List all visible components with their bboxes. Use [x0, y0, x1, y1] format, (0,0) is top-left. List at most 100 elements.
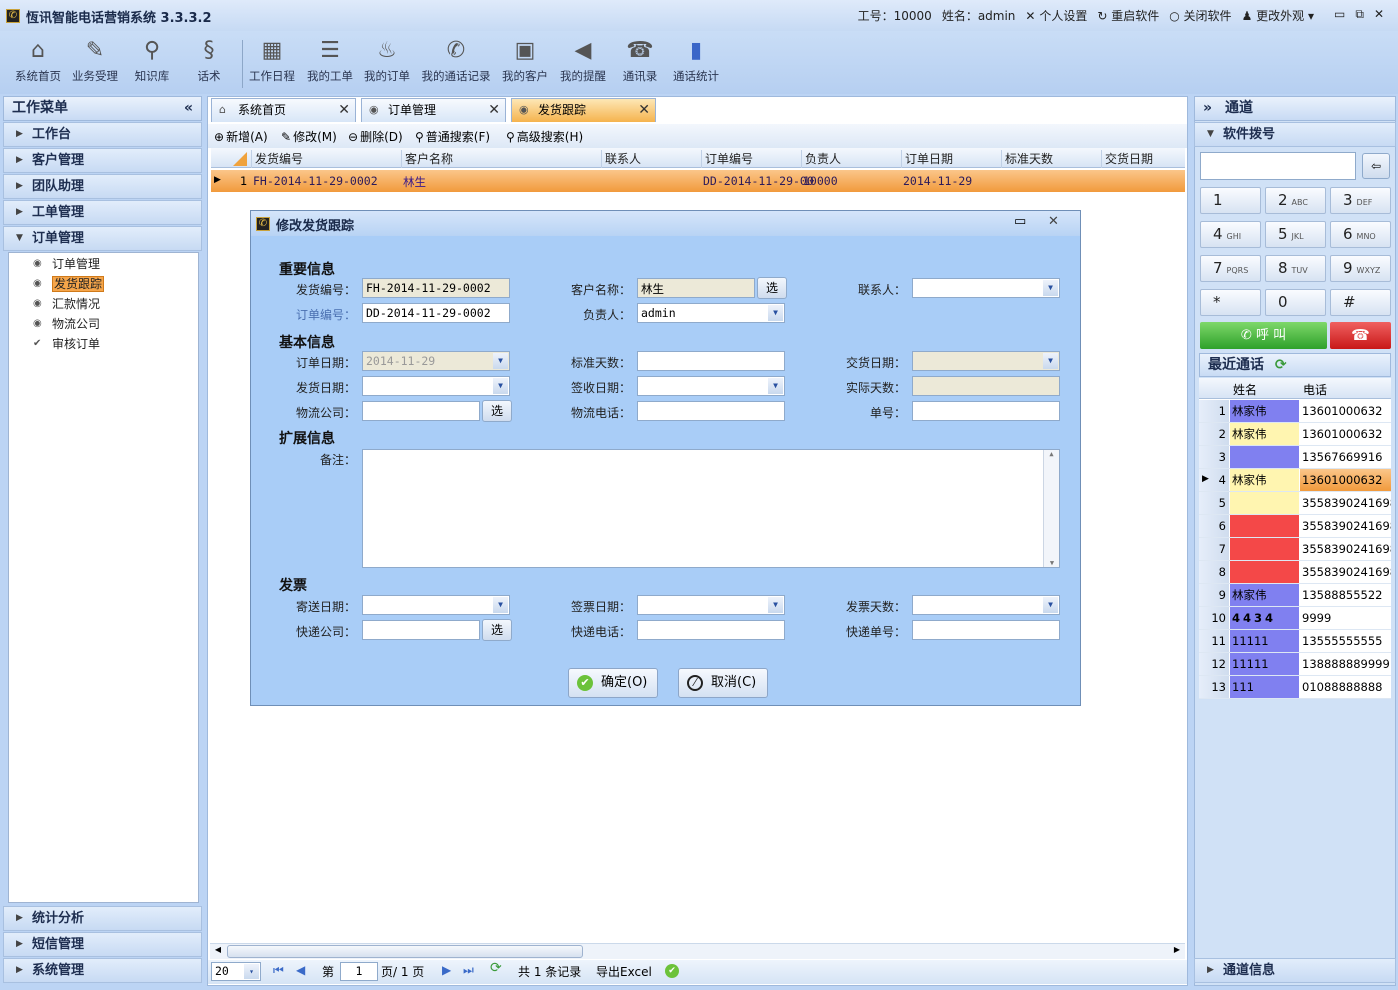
recent-call-row[interactable]: 7 355839024169890: [1199, 538, 1391, 561]
ship-no-input[interactable]: FH-2014-11-29-0002: [362, 278, 510, 298]
hangup-button[interactable]: ☎: [1330, 322, 1391, 349]
sign-date-select[interactable]: ▼: [637, 376, 785, 396]
column-header[interactable]: 订单编号: [701, 150, 753, 168]
recent-call-row[interactable]: 5 355839024169890: [1199, 492, 1391, 515]
chevron-down-icon[interactable]: ▼: [768, 378, 783, 394]
ok-button[interactable]: ✔ 确定(O): [568, 668, 658, 698]
channel-info-section[interactable]: ▶ 通道信息: [1194, 958, 1396, 983]
toolbar-speaker-button[interactable]: ◀ 我的提醒: [555, 37, 611, 84]
toolbar-call-log-button[interactable]: ✆ 我的通话记录: [416, 37, 496, 84]
send-date-select[interactable]: ▼: [362, 595, 510, 615]
delete-button[interactable]: ⊖ 删除(D): [348, 128, 403, 145]
tracking-no-input[interactable]: [912, 401, 1060, 421]
remark-scrollbar[interactable]: ▲ ▼: [1043, 450, 1059, 567]
settings-button[interactable]: ✕ 个人设置: [1025, 7, 1087, 24]
toolbar-customer-card-button[interactable]: ▣ 我的客户: [497, 37, 553, 84]
cancel-button[interactable]: ⁄ 取消(C): [678, 668, 768, 698]
recent-call-row[interactable]: 13 111 01088888888: [1199, 676, 1391, 699]
skin-button[interactable]: ♟ 更改外观 ▾: [1242, 7, 1314, 24]
recent-call-row[interactable]: 12 11111 138888889999: [1199, 653, 1391, 676]
minimize-button[interactable]: ▭: [1334, 7, 1345, 24]
restore-button[interactable]: ⧉: [1355, 7, 1364, 24]
toolbar-home-button[interactable]: ⌂ 系统首页: [10, 37, 66, 84]
dial-key-9[interactable]: 9 WXYZ: [1330, 255, 1391, 282]
export-excel-button[interactable]: 导出Excel: [596, 963, 652, 980]
tab-close-icon[interactable]: ✕: [488, 99, 500, 121]
dial-section-header[interactable]: ▼ 软件拨号: [1194, 122, 1396, 147]
prev-page-button[interactable]: ◀: [296, 963, 305, 977]
column-header[interactable]: 订单日期: [901, 150, 953, 168]
chevron-down-icon[interactable]: ▼: [493, 597, 508, 613]
dial-key-11[interactable]: 0: [1265, 289, 1326, 316]
owner-select[interactable]: admin ▼: [637, 303, 785, 323]
chevron-down-icon[interactable]: ▼: [768, 305, 783, 321]
logistics-select-button[interactable]: 选: [482, 400, 512, 422]
sidebar-group-1[interactable]: ▶ 工作台: [3, 122, 202, 147]
tree-item[interactable]: ◉ 订单管理: [33, 255, 100, 273]
edit-button[interactable]: ✎ 修改(M): [281, 128, 337, 145]
toolbar-bar-chart-button[interactable]: ▮ 通话统计: [668, 37, 724, 84]
dial-key-10[interactable]: *: [1200, 289, 1261, 316]
dial-key-8[interactable]: 8 TUV: [1265, 255, 1326, 282]
dial-key-5[interactable]: 5 JKL: [1265, 221, 1326, 248]
recent-call-row[interactable]: 4 ▶ 林家伟 13601000632: [1199, 469, 1391, 492]
toolbar-order-button[interactable]: ♨ 我的订单: [359, 37, 415, 84]
remark-textarea[interactable]: ▲ ▼: [362, 449, 1060, 568]
recent-call-row[interactable]: 10 4434 9999: [1199, 607, 1391, 630]
contact-select[interactable]: ▼: [912, 278, 1060, 298]
recent-call-row[interactable]: 11 11111 13555555555: [1199, 630, 1391, 653]
chevron-down-icon[interactable]: ▼: [1043, 280, 1058, 296]
toolbar-edit-button[interactable]: ✎ 业务受理: [67, 37, 123, 84]
ship-date-select[interactable]: ▼: [362, 376, 510, 396]
courier-phone-input[interactable]: [637, 620, 785, 640]
column-header[interactable]: 标准天数: [1001, 150, 1053, 168]
page-size-select[interactable]: 20 ▾: [211, 962, 261, 981]
tree-item[interactable]: ◉ 物流公司: [33, 315, 100, 333]
sidebar-group-4[interactable]: ▶ 工单管理: [3, 200, 202, 225]
advanced-search-button[interactable]: ⚲ 高级搜索(H): [506, 128, 583, 145]
column-header[interactable]: 负责人: [801, 150, 841, 168]
refresh-icon[interactable]: ⟳: [1275, 357, 1287, 373]
dial-key-2[interactable]: 2 ABC: [1265, 187, 1326, 214]
recent-call-row[interactable]: 1 林家伟 13601000632: [1199, 400, 1391, 423]
dial-key-6[interactable]: 6 MNO: [1330, 221, 1391, 248]
recent-call-row[interactable]: 2 林家伟 13601000632: [1199, 423, 1391, 446]
dial-key-3[interactable]: 3 DEF: [1330, 187, 1391, 214]
recent-call-row[interactable]: 9 林家伟 13588855522: [1199, 584, 1391, 607]
last-page-button[interactable]: ⏭: [463, 963, 474, 978]
order-date-select[interactable]: 2014-11-29 ▼: [362, 351, 510, 371]
call-button[interactable]: ✆ 呼 叫: [1200, 322, 1327, 349]
logistics-phone-input[interactable]: [637, 401, 785, 421]
tab-1[interactable]: ⌂ 系统首页 ✕: [211, 98, 356, 122]
dialog-close-button[interactable]: ✕: [1048, 214, 1059, 229]
customer-input[interactable]: 林生: [637, 278, 755, 298]
tab-3[interactable]: ◉ 发货跟踪 ✕: [511, 98, 656, 122]
dial-key-12[interactable]: #: [1330, 289, 1391, 316]
toolbar-search-folder-button[interactable]: ⚲ 知识库: [124, 37, 180, 84]
restart-button[interactable]: ↻ 重启软件: [1097, 7, 1159, 24]
chevron-down-icon[interactable]: ▼: [768, 597, 783, 613]
collapse-sidebar-button[interactable]: «: [184, 97, 193, 120]
invoice-date-select[interactable]: ▼: [637, 595, 785, 615]
scroll-thumb[interactable]: [227, 945, 583, 958]
recent-call-row[interactable]: 3 13567669916: [1199, 446, 1391, 469]
horizontal-scrollbar[interactable]: ◀ ▶: [210, 943, 1185, 959]
sidebar-group-3[interactable]: ▶ 团队助理: [3, 174, 202, 199]
tree-item[interactable]: ◉ 汇款情况: [33, 295, 100, 313]
toolbar-list-user-button[interactable]: ☰ 我的工单: [302, 37, 358, 84]
dial-key-4[interactable]: 4 GHI: [1200, 221, 1261, 248]
actual-days-input[interactable]: [912, 376, 1060, 396]
chevron-down-icon[interactable]: ▼: [1043, 353, 1058, 369]
page-input[interactable]: 1: [340, 962, 378, 981]
courier-no-input[interactable]: [912, 620, 1060, 640]
tree-item[interactable]: ✔ 审核订单: [33, 335, 100, 353]
add-button[interactable]: ⊕ 新增(A): [214, 128, 268, 145]
first-page-button[interactable]: ⏮: [273, 963, 284, 978]
toolbar-script-button[interactable]: § 话术: [181, 37, 237, 84]
tab-close-icon[interactable]: ✕: [338, 99, 350, 121]
recent-call-row[interactable]: 8 355839024169890: [1199, 561, 1391, 584]
courier-input[interactable]: [362, 620, 480, 640]
sidebar-group-1[interactable]: ▶ 统计分析: [3, 906, 202, 931]
column-header[interactable]: 客户名称: [401, 150, 453, 168]
tab-2[interactable]: ◉ 订单管理 ✕: [361, 98, 506, 122]
